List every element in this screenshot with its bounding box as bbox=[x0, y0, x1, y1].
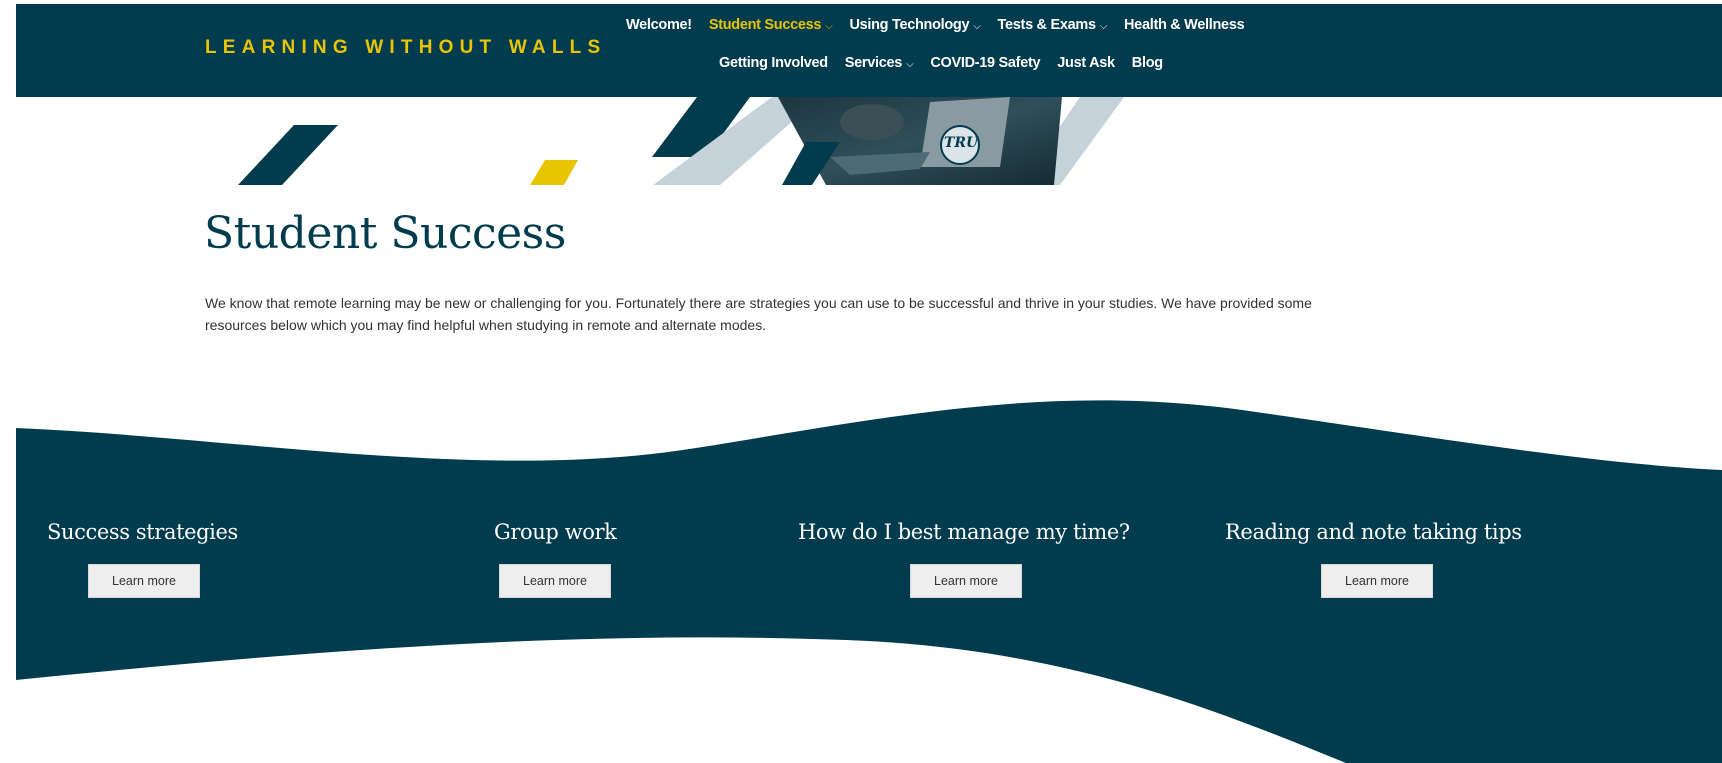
decorative-stripe-accent bbox=[530, 160, 578, 185]
card-title: Success strategies bbox=[47, 520, 238, 544]
hero-photo-laptop bbox=[778, 97, 1062, 185]
card-title: Reading and note taking tips bbox=[1225, 520, 1522, 544]
nav-item-label: Tests & Exams bbox=[997, 17, 1097, 33]
nav-item-blog[interactable]: Blog bbox=[1132, 55, 1163, 71]
chevron-down-icon: ⌵ bbox=[973, 20, 981, 32]
nav-item-using-technology[interactable]: Using Technology ⌵ bbox=[849, 17, 980, 33]
nav-item-label: Student Success bbox=[708, 17, 822, 33]
learn-more-button[interactable]: Learn more bbox=[88, 564, 200, 598]
card-reading-note-taking: Reading and note taking tips Learn more bbox=[1225, 520, 1522, 598]
chevron-down-icon: ⌵ bbox=[906, 58, 914, 70]
nav-item-getting-involved[interactable]: Getting Involved bbox=[719, 55, 828, 71]
card-manage-time: How do I best manage my time? Learn more bbox=[798, 520, 1130, 598]
site-header: LEARNING WITHOUT WALLS Welcome! Student … bbox=[16, 4, 1722, 97]
card-group-work: Group work Learn more bbox=[494, 520, 617, 598]
card-title: Group work bbox=[494, 520, 617, 544]
nav-item-label: Blog bbox=[1131, 55, 1163, 71]
main-nav-row-1: Welcome! Student Success ⌵ Using Technolo… bbox=[626, 17, 1245, 33]
page-title: Student Success bbox=[204, 208, 566, 259]
resource-cards: Success strategies Learn more Group work… bbox=[16, 520, 1722, 620]
nav-item-label: Just Ask bbox=[1057, 55, 1115, 71]
nav-item-health-wellness[interactable]: Health & Wellness bbox=[1124, 17, 1245, 33]
hand-shape bbox=[840, 104, 904, 140]
nav-item-just-ask[interactable]: Just Ask bbox=[1057, 55, 1115, 71]
nav-item-covid-safety[interactable]: COVID-19 Safety bbox=[930, 55, 1040, 71]
nav-item-welcome[interactable]: Welcome! bbox=[626, 17, 692, 33]
nav-item-label: Getting Involved bbox=[719, 55, 828, 71]
nav-item-label: COVID-19 Safety bbox=[930, 55, 1041, 71]
nav-item-label: Welcome! bbox=[626, 17, 692, 33]
nav-item-services[interactable]: Services ⌵ bbox=[845, 55, 914, 71]
site-brand-logo[interactable]: LEARNING WITHOUT WALLS bbox=[205, 37, 606, 59]
page-intro-text: We know that remote learning may be new … bbox=[205, 295, 1312, 333]
tru-sticker-text: TRU bbox=[944, 135, 979, 151]
nav-item-label: Services bbox=[844, 55, 903, 71]
chevron-down-icon: ⌵ bbox=[825, 20, 833, 32]
card-success-strategies: Success strategies Learn more bbox=[47, 520, 238, 598]
chevron-down-icon: ⌵ bbox=[1099, 20, 1108, 32]
nav-item-label: Health & Wellness bbox=[1124, 17, 1245, 33]
decorative-stripe bbox=[238, 125, 338, 185]
hero-banner-graphic bbox=[238, 97, 1124, 185]
learn-more-button[interactable]: Learn more bbox=[1321, 564, 1433, 598]
card-title: How do I best manage my time? bbox=[798, 520, 1130, 544]
learn-more-button[interactable]: Learn more bbox=[910, 564, 1022, 598]
nav-item-label: Using Technology bbox=[849, 17, 970, 33]
main-nav-row-2: Getting Involved Services ⌵ COVID-19 Safe… bbox=[719, 55, 1163, 71]
nav-item-tests-exams[interactable]: Tests & Exams ⌵ bbox=[997, 17, 1108, 33]
nav-item-student-success[interactable]: Student Success ⌵ bbox=[709, 17, 833, 33]
learn-more-button[interactable]: Learn more bbox=[499, 564, 611, 598]
